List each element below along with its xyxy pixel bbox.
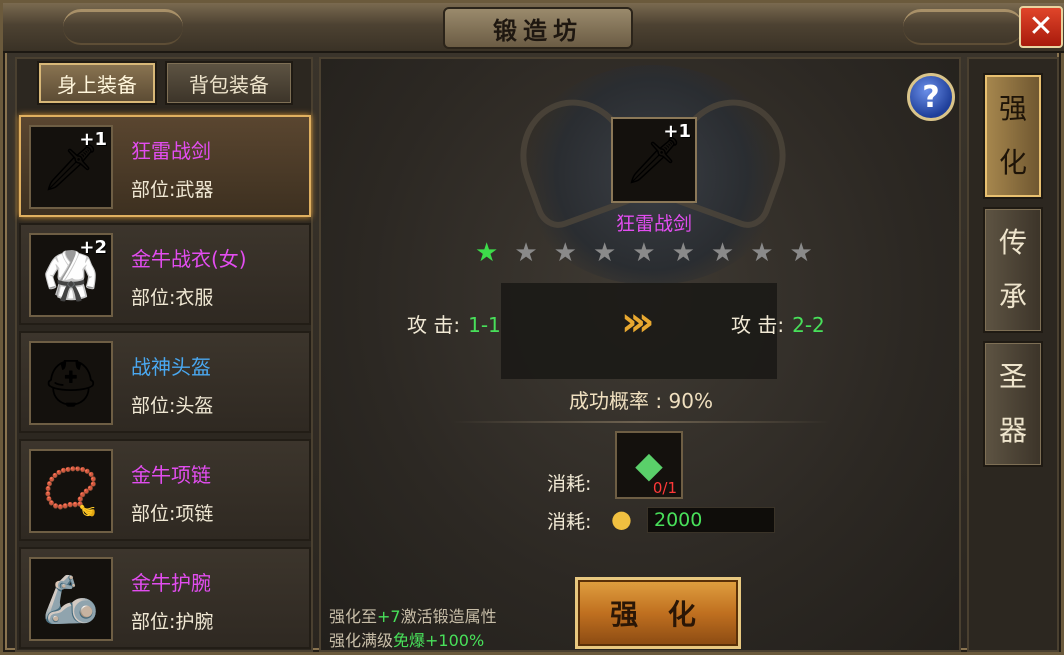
tip-line-1: 强化至+7激活锻造属性 [329, 603, 497, 627]
enhance-level: +1 [79, 129, 107, 150]
item-name: 狂雷战剑 [131, 139, 211, 163]
item-slot: 部位:护腕 [131, 611, 214, 633]
divider [451, 421, 831, 423]
tab-backpack[interactable]: 背包装备 [165, 61, 293, 105]
close-button[interactable]: ✕ [1019, 6, 1063, 48]
stat-label: 攻 击: [407, 313, 461, 337]
enhance-button[interactable]: 强 化 [575, 577, 741, 649]
material-cost-label: 消耗: [547, 473, 592, 495]
tab-label: 化 [998, 146, 1027, 179]
tab-enhance[interactable]: 强 化 [983, 73, 1043, 199]
item-slot: 部位:项链 [131, 503, 214, 525]
item-glyph: 📿 [42, 463, 100, 518]
left-ornament [63, 9, 183, 45]
triple-arrow-icon: ››› [621, 299, 655, 345]
sword-icon: 🗡 +1 [29, 125, 113, 209]
target-item-slot[interactable]: 🗡 +1 [611, 117, 697, 203]
window-frame: 锻造坊 ✕ 身上装备 背包装备 🗡 +1 狂雷战剑 部位:武器 🥋 +2 金牛战… [0, 0, 1064, 655]
star-empty-icon: ★ [632, 238, 656, 268]
item-name: 金牛战衣(女) [131, 247, 247, 271]
title-plate: 锻造坊 [443, 7, 633, 49]
star-rating: ★ ★ ★ ★ ★ ★ ★ ★ ★ [475, 239, 813, 267]
window-title: 锻造坊 [493, 16, 583, 45]
next-stat: 攻 击: 2-2 [731, 309, 825, 338]
help-button[interactable]: ? [907, 73, 955, 121]
star-empty-icon: ★ [789, 238, 813, 268]
gem-count: 0/1 [652, 479, 677, 497]
item-name: 金牛护腕 [131, 571, 211, 595]
list-item-weapon[interactable]: 🗡 +1 狂雷战剑 部位:武器 [19, 115, 311, 217]
list-item-armor[interactable]: 🥋 +2 金牛战衣(女) 部位:衣服 [19, 223, 311, 325]
tab-label: 圣 [998, 360, 1027, 393]
target-item-name: 狂雷战剑 [615, 213, 692, 235]
list-item-helmet[interactable]: ⛑ 战神头盔 部位:头盔 [19, 331, 311, 433]
helmet-icon: ⛑ [29, 341, 113, 425]
next-value: 2-2 [792, 313, 825, 337]
tip-line-2: 强化满级免爆+100% [329, 627, 484, 651]
list-item-bracer[interactable]: 🦾 金牛护腕 部位:护腕 [19, 547, 311, 649]
gold-amount: 2000 [647, 507, 775, 533]
bracer-icon: 🦾 [29, 557, 113, 641]
gold-cost-label: 消耗: [547, 511, 592, 533]
tab-artifact[interactable]: 圣 器 [983, 341, 1043, 467]
list-item-necklace[interactable]: 📿 金牛项链 部位:项链 [19, 439, 311, 541]
tab-label: 传 [998, 226, 1027, 259]
tip-text: 强化至 [329, 607, 378, 626]
current-value: 1-1 [468, 313, 501, 337]
equipment-tabs: 身上装备 背包装备 [37, 61, 293, 105]
tab-inherit[interactable]: 传 承 [983, 207, 1043, 333]
tab-label: 承 [998, 280, 1027, 313]
item-glyph: ⛑ [41, 355, 101, 410]
tab-label: 器 [998, 414, 1027, 447]
tab-label: 强 [998, 92, 1027, 125]
equipment-panel: 身上装备 背包装备 🗡 +1 狂雷战剑 部位:武器 🥋 +2 金牛战衣(女) 部… [15, 57, 313, 652]
tip-text: 激活锻造属性 [400, 607, 497, 626]
stat-label: 攻 击: [731, 313, 785, 337]
item-name: 战神头盔 [131, 355, 211, 379]
enhance-level: +2 [79, 237, 107, 258]
star-filled-icon: ★ [475, 238, 499, 268]
star-empty-icon: ★ [514, 238, 538, 268]
question-icon: ? [922, 79, 940, 115]
title-bar: 锻造坊 ✕ [3, 3, 1064, 53]
star-empty-icon: ★ [553, 238, 577, 268]
item-slot: 部位:衣服 [131, 287, 214, 309]
armor-icon: 🥋 +2 [29, 233, 113, 317]
material-slot[interactable]: ◆ 0/1 [615, 431, 683, 499]
tip-highlight: +7 [377, 607, 401, 626]
item-slot: 部位:头盔 [131, 395, 214, 417]
tip-text: 强化满级 [329, 631, 394, 650]
star-empty-icon: ★ [592, 238, 617, 268]
star-empty-icon: ★ [750, 238, 774, 268]
tab-equipped[interactable]: 身上装备 [37, 61, 157, 105]
necklace-icon: 📿 [29, 449, 113, 533]
gold-ingot-icon: ● [611, 505, 632, 533]
success-rate: 成功概率 : 90% [569, 389, 713, 413]
item-slot: 部位:武器 [131, 179, 214, 201]
right-ornament [903, 9, 1023, 45]
star-empty-icon: ★ [710, 238, 735, 268]
close-icon: ✕ [1028, 9, 1054, 44]
item-glyph: 🦾 [42, 571, 100, 626]
tip-highlight: 免爆+100% [393, 631, 485, 650]
equipment-list: 🗡 +1 狂雷战剑 部位:武器 🥋 +2 金牛战衣(女) 部位:衣服 ⛑ 战神头… [19, 115, 311, 655]
current-stat: 攻 击: 1-1 [407, 309, 501, 338]
forge-panel: ? 🗡 +1 狂雷战剑 ★ ★ ★ ★ ★ ★ ★ ★ ★ 攻 击: 1-1 ››› 攻 击: 2-… [319, 57, 961, 652]
side-tabs: 强 化 传 承 圣 器 [967, 57, 1059, 652]
star-empty-icon: ★ [671, 238, 695, 268]
item-name: 金牛项链 [131, 463, 211, 487]
enhance-level: +1 [663, 121, 691, 142]
